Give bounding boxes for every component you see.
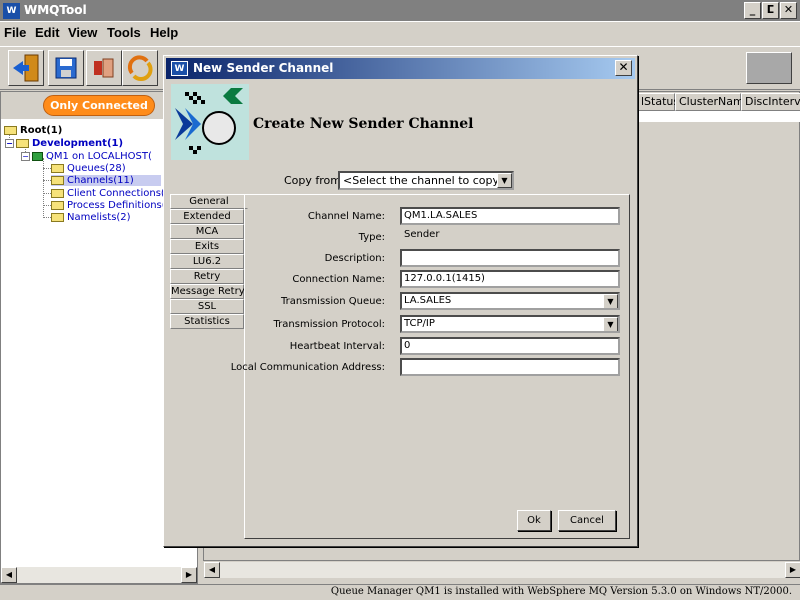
table-row[interactable] <box>637 111 800 122</box>
type-value: Sender <box>400 228 620 246</box>
transmission-protocol-select[interactable]: TCP/IP ▼ <box>400 315 620 333</box>
channel-graphic-icon <box>175 88 243 154</box>
copy-from-value: <Select the channel to copy from> <box>343 174 512 187</box>
folder-icon <box>51 200 64 210</box>
tree-root[interactable]: Root(1) <box>4 125 62 136</box>
folder-icon <box>4 125 17 135</box>
tree-group-development[interactable]: − Development(1) <box>5 138 123 149</box>
dialog-title: New Sender Channel <box>193 61 334 75</box>
collapse-icon[interactable]: − <box>5 138 14 148</box>
chevron-down-icon[interactable]: ▼ <box>497 173 512 188</box>
transmission-queue-label: Transmission Queue: <box>281 296 385 307</box>
heartbeat-interval-field[interactable]: 0 <box>400 337 620 355</box>
scroll-left-icon[interactable]: ◀ <box>204 562 220 578</box>
app-icon: W <box>171 61 188 76</box>
menu-help[interactable]: Help <box>150 25 178 40</box>
folder-icon <box>51 163 64 173</box>
new-sender-channel-dialog: W New Sender Channel ✕ Create New Sender… <box>163 55 638 547</box>
type-label: Type: <box>358 232 385 243</box>
restore-button[interactable]: ⵎ <box>762 2 779 19</box>
folder-icon <box>51 188 64 198</box>
floppy-disk-icon <box>55 57 77 79</box>
status-text: Queue Manager QM1 is installed with WebS… <box>330 586 792 597</box>
queue-manager-icon <box>32 151 43 161</box>
connection-name-field[interactable]: 127.0.0.1(1415) <box>400 270 620 288</box>
refresh-button[interactable] <box>122 50 158 86</box>
local-comm-address-label: Local Communication Address: <box>230 362 385 373</box>
dialog-titlebar[interactable]: W New Sender Channel ✕ <box>166 58 635 79</box>
tab-retry[interactable]: Retry <box>170 269 244 284</box>
cancel-button[interactable]: Cancel <box>558 510 616 531</box>
tree-qmgr[interactable]: − QM1 on LOCALHOST( <box>21 151 152 162</box>
tree-item-process-definitions[interactable]: Process Definitions(2) <box>51 200 176 211</box>
run-button[interactable] <box>86 50 122 86</box>
heartbeat-interval-label: Heartbeat Interval: <box>289 341 385 352</box>
table-horizontal-scrollbar[interactable]: ◀ ▶ <box>204 562 800 578</box>
tree-horizontal-scrollbar[interactable]: ◀ ▶ <box>1 567 197 583</box>
only-connected-button[interactable]: Only Connected <box>43 95 155 116</box>
right-toolbar-button[interactable] <box>746 52 792 84</box>
status-bar: Queue Manager QM1 is installed with WebS… <box>0 584 800 600</box>
tab-general[interactable]: General <box>170 194 248 209</box>
chevron-down-icon[interactable]: ▼ <box>603 294 618 308</box>
menu-edit[interactable]: Edit <box>35 25 60 40</box>
channel-name-field[interactable]: QM1.LA.SALES <box>400 207 620 225</box>
tab-extended[interactable]: Extended <box>170 209 244 224</box>
scroll-left-icon[interactable]: ◀ <box>1 567 17 583</box>
channel-name-label: Channel Name: <box>307 211 385 222</box>
main-titlebar: W WMQTool _ ⵎ ✕ <box>0 0 800 22</box>
column-header-discinterval[interactable]: DiscInterval <box>741 93 800 111</box>
folder-icon <box>16 138 29 148</box>
collapse-icon[interactable]: − <box>21 151 30 161</box>
tab-lu62[interactable]: LU6.2 <box>170 254 244 269</box>
hand-icon <box>94 58 114 78</box>
transmission-protocol-label: Transmission Protocol: <box>273 319 385 330</box>
tree-item-namelists[interactable]: Namelists(2) <box>51 212 131 223</box>
close-button[interactable]: ✕ <box>780 2 797 19</box>
folder-icon <box>51 175 64 185</box>
transmission-protocol-value: TCP/IP <box>404 318 435 329</box>
dialog-heading: Create New Sender Channel <box>253 116 474 132</box>
tab-exits[interactable]: Exits <box>170 239 244 254</box>
app-title: WMQTool <box>24 3 87 17</box>
description-label: Description: <box>324 253 385 264</box>
tab-statistics[interactable]: Statistics <box>170 314 244 329</box>
column-header-clustername[interactable]: ClusterName <box>675 93 751 111</box>
tree-item-channels[interactable]: Channels(11) <box>51 175 161 186</box>
ok-button[interactable]: Ok <box>517 510 551 531</box>
description-field[interactable] <box>400 249 620 267</box>
folder-icon <box>51 212 64 222</box>
chevron-down-icon[interactable]: ▼ <box>603 317 618 331</box>
exit-button[interactable] <box>8 50 44 86</box>
menu-tools[interactable]: Tools <box>107 25 141 40</box>
transmission-queue-select[interactable]: LA.SALES ▼ <box>400 292 620 310</box>
menu-view[interactable]: View <box>68 25 97 40</box>
save-button[interactable] <box>48 50 84 86</box>
channel-banner-image <box>171 84 249 160</box>
refresh-icon <box>127 55 153 82</box>
scroll-right-icon[interactable]: ▶ <box>181 567 197 583</box>
tab-ssl[interactable]: SSL <box>170 299 244 314</box>
menubar: File Edit View Tools Help <box>0 23 800 43</box>
minimize-button[interactable]: _ <box>744 2 761 19</box>
dialog-close-button[interactable]: ✕ <box>615 60 632 76</box>
exit-door-icon <box>13 54 39 82</box>
copy-from-label: Copy from <box>284 174 341 187</box>
tree-item-queues[interactable]: Queues(28) <box>51 163 126 174</box>
app-icon: W <box>3 3 20 19</box>
menu-file[interactable]: File <box>4 25 26 40</box>
tree-item-client-connections[interactable]: Client Connections(2) <box>51 188 175 199</box>
column-header-status[interactable]: lStatus <box>637 93 679 111</box>
copy-from-select[interactable]: <Select the channel to copy from> ▼ <box>338 171 514 190</box>
local-comm-address-field[interactable] <box>400 358 620 376</box>
transmission-queue-value: LA.SALES <box>404 295 452 306</box>
connection-name-label: Connection Name: <box>292 274 385 285</box>
scroll-right-icon[interactable]: ▶ <box>785 562 800 578</box>
general-tab-panel: Channel Name: QM1.LA.SALES Type: Sender … <box>231 194 630 539</box>
tab-message-retry[interactable]: Message Retry <box>170 284 245 299</box>
tab-mca[interactable]: MCA <box>170 224 244 239</box>
tab-strip: General Extended MCA Exits LU6.2 Retry M… <box>170 194 248 330</box>
